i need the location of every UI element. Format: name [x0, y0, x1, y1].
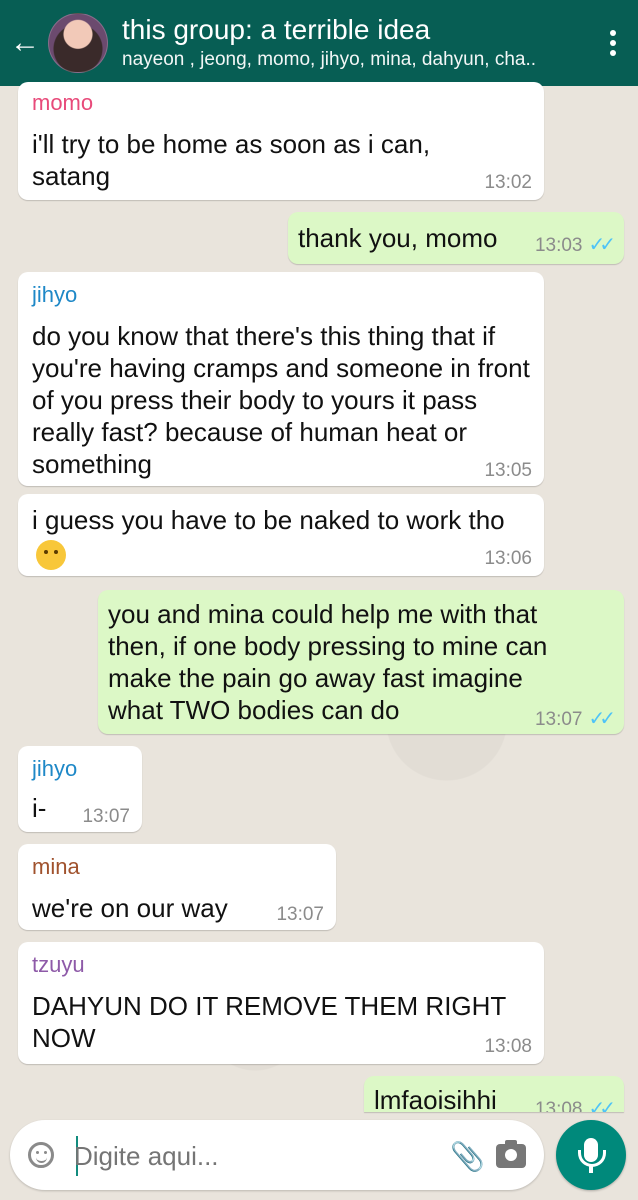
- group-title: this group: a terrible idea: [122, 14, 431, 45]
- message-time: 13:08 ✓✓: [534, 1096, 616, 1112]
- paperclip-icon[interactable]: 📎: [450, 1140, 485, 1172]
- message-time-value: 13:03: [534, 235, 583, 256]
- message-bubble[interactable]: jihyo i- 13:07: [18, 746, 142, 832]
- sender-name: jihyo: [32, 282, 78, 307]
- message-bubble[interactable]: mina we're on our way 13:07: [18, 844, 336, 930]
- microphone-icon: [578, 1138, 606, 1167]
- sender-name: tzuyu: [32, 952, 85, 977]
- message-bubble[interactable]: thank you, momo 13:03 ✓✓: [288, 212, 624, 264]
- microphone-stem: [589, 1166, 593, 1173]
- message-text: we're on our way: [32, 893, 228, 923]
- message-bubble[interactable]: momo i'll try to be home as soon as i ca…: [18, 82, 544, 200]
- message-bubble[interactable]: i guess you have to be naked to work tho…: [18, 494, 544, 576]
- message-bubble[interactable]: you and mina could help me with that the…: [98, 590, 624, 734]
- message-composer: 📎: [10, 1120, 544, 1190]
- message-text: thank you, momo: [298, 223, 498, 253]
- message-text: i-: [32, 793, 47, 823]
- message-time: 13:02: [484, 172, 532, 193]
- message-time-value: 13:07: [534, 709, 583, 730]
- message-bubble[interactable]: tzuyu DAHYUN DO IT REMOVE THEM RIGHT NOW…: [18, 942, 544, 1064]
- back-arrow-icon[interactable]: ←: [10, 28, 42, 58]
- message-text: DAHYUN DO IT REMOVE THEM RIGHT NOW: [32, 991, 506, 1053]
- message-time: 13:07: [82, 806, 130, 827]
- sender-name: jihyo: [32, 756, 78, 781]
- message-text: you and mina could help me with that the…: [108, 599, 548, 725]
- read-receipt-icon: ✓✓: [588, 234, 615, 256]
- read-receipt-icon: ✓✓: [588, 708, 615, 730]
- message-time: 13:06: [484, 548, 532, 569]
- sender-name: momo: [32, 90, 94, 115]
- read-receipt-icon: ✓✓: [588, 1098, 615, 1112]
- group-avatar[interactable]: [48, 13, 108, 73]
- group-members: nayeon , jeong, momo, jihyo, mina, dahyu…: [122, 49, 537, 70]
- more-options-icon[interactable]: [610, 30, 616, 60]
- header-titles[interactable]: this group: a terrible idea nayeon , jeo…: [122, 13, 592, 73]
- message-bubble[interactable]: jihyo do you know that there's this thin…: [18, 272, 544, 486]
- message-input[interactable]: [72, 1132, 436, 1180]
- message-time: 13:05: [484, 460, 532, 481]
- message-time-value: 13:08: [534, 1099, 583, 1112]
- emoji-icon[interactable]: [28, 1142, 54, 1168]
- message-bubble[interactable]: lmfaoisihhi 13:08 ✓✓: [364, 1076, 624, 1112]
- voice-message-button[interactable]: [556, 1120, 626, 1190]
- message-text: i'll try to be home as soon as i can, sa…: [32, 129, 431, 191]
- message-text: do you know that there's this thing that…: [32, 321, 530, 479]
- camera-icon[interactable]: [496, 1140, 526, 1168]
- message-time: 13:03 ✓✓: [534, 232, 616, 257]
- message-text: lmfaoisihhi: [374, 1085, 497, 1112]
- message-time: 13:08: [484, 1036, 532, 1057]
- chat-header: ← this group: a terrible idea nayeon , j…: [0, 0, 638, 86]
- sender-name: mina: [32, 854, 80, 879]
- message-time: 13:07 ✓✓: [534, 706, 616, 731]
- message-time: 13:07: [276, 904, 324, 925]
- thinking-face-emoji-icon: [36, 540, 66, 570]
- message-text: i guess you have to be naked to work tho: [32, 505, 505, 535]
